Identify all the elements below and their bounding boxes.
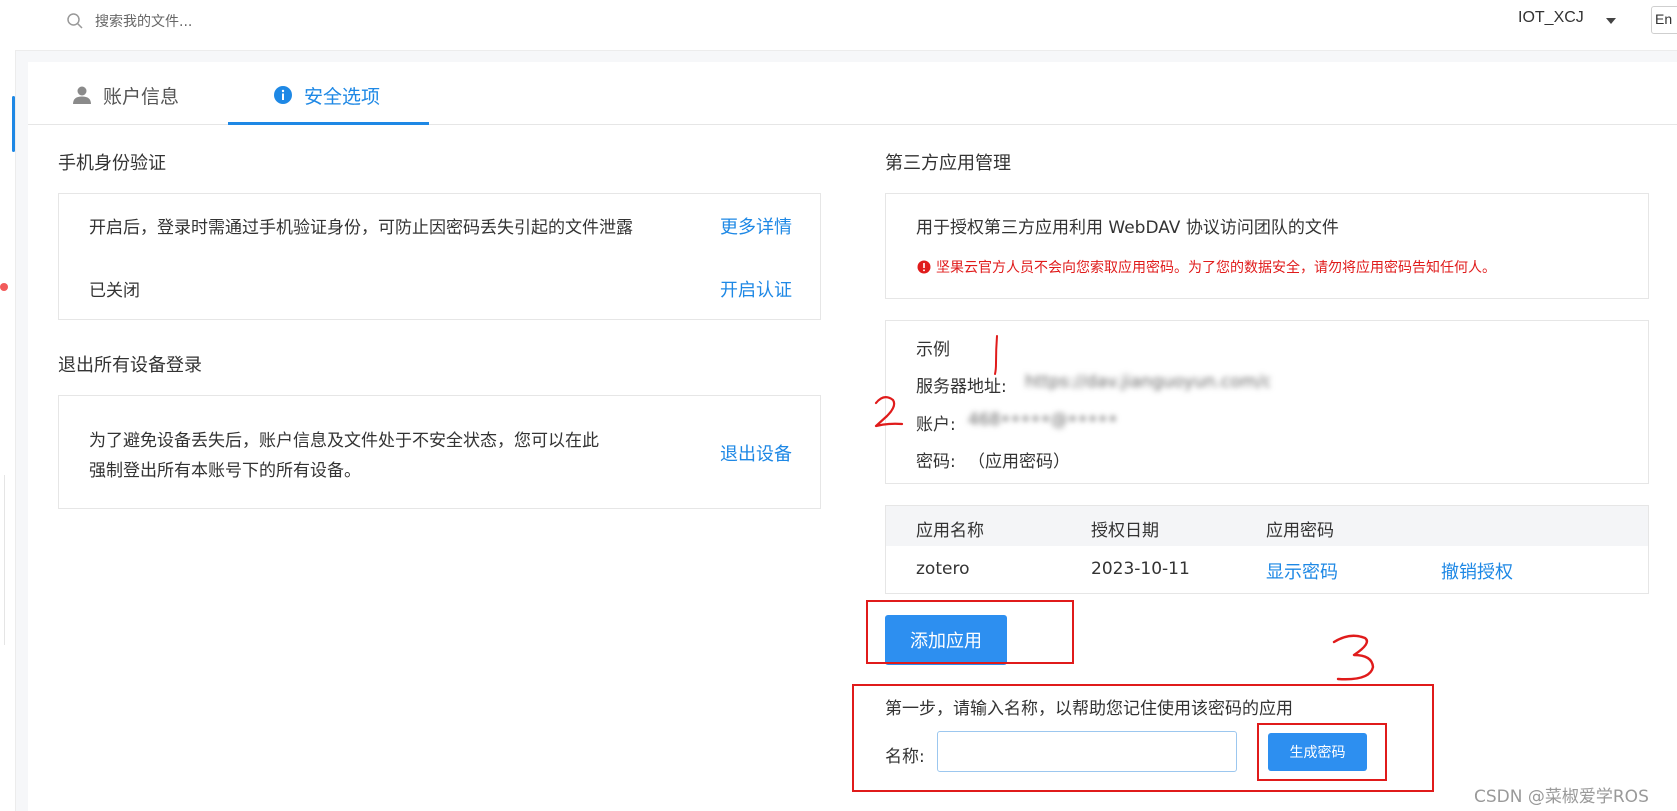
active-tab-underline [228,122,429,125]
third-party-desc-box [885,193,1649,299]
watermark: CSDN @菜椒爱学ROS [1474,787,1649,807]
phone-auth-title: 手机身份验证 [58,153,166,174]
example-title: 示例 [916,340,950,360]
tab-label: 安全选项 [304,85,381,108]
account-label: 账户: [916,415,956,435]
chevron-down-icon[interactable] [1606,18,1616,24]
annotation-number-1: 1 [984,335,998,376]
server-address-value: https://dav.jianguoyun.com/dav/ [1025,372,1270,392]
logout-all-title: 退出所有设备登录 [58,355,202,376]
notification-dot [0,283,8,291]
column-header-app-name: 应用名称 [916,521,984,541]
annotation-number-3: 3 [1328,634,1375,684]
tab-account-info[interactable]: 账户信息 [72,80,179,110]
column-header-app-password: 应用密码 [1266,521,1334,541]
annotation-label: 1 [984,374,985,376]
search-input[interactable]: 搜索我的文件... [95,11,192,31]
warning-message: 坚果云官方人员不会向您索取应用密码。为了您的数据安全，请勿将应用密码告知任何人。 [917,257,1496,277]
enable-auth-link[interactable]: 开启认证 [720,276,792,302]
tab-security-options[interactable]: 安全选项 [273,80,380,110]
logout-desc-line2: 强制登出所有本账号下的所有设备。 [89,461,361,481]
tab-label: 账户信息 [103,85,180,108]
info-icon [274,86,292,104]
warning-text: 坚果云官方人员不会向您索取应用密码。为了您的数据安全，请勿将应用密码告知任何人。 [936,260,1496,276]
user-icon [73,86,91,104]
annotation-label: 2 [870,427,871,429]
warning-icon [917,260,931,274]
password-value: （应用密码） [968,452,1070,472]
third-party-title: 第三方应用管理 [885,153,1011,174]
more-details-link[interactable]: 更多详情 [720,213,792,239]
show-password-link[interactable]: 显示密码 [1266,558,1338,584]
annotation-number-2: 2 [870,396,904,429]
user-menu[interactable]: IOT_XCJ [1518,9,1584,27]
phone-auth-status: 已关闭 [89,281,140,301]
revoke-auth-link[interactable]: 撤销授权 [1441,558,1513,584]
annotation-box-step1 [852,684,1434,792]
column-header-auth-date: 授权日期 [1091,521,1159,541]
search-icon[interactable] [66,12,84,30]
app-name-cell: zotero [916,559,970,579]
phone-auth-desc: 开启后，登录时需通过手机验证身份，可防止因密码丢失引起的文件泄露 [89,218,633,238]
sidebar-active-indicator [12,96,15,152]
language-button[interactable]: En [1651,6,1677,34]
logout-desc-line1: 为了避免设备丢失后，账户信息及文件处于不安全状态，您可以在此 [89,431,599,451]
account-value: 468•••••@••••• [968,410,1118,430]
logout-all-box [58,395,821,509]
sidebar-divider [4,475,5,645]
logout-devices-link[interactable]: 退出设备 [720,440,792,466]
third-party-desc: 用于授权第三方应用利用 WebDAV 协议访问团队的文件 [916,218,1339,238]
annotation-label: 3 [1328,682,1329,684]
top-bar [15,0,1677,51]
auth-date-cell: 2023-10-11 [1091,559,1190,579]
annotation-box-add-app [866,600,1074,664]
password-label: 密码: [916,452,956,472]
